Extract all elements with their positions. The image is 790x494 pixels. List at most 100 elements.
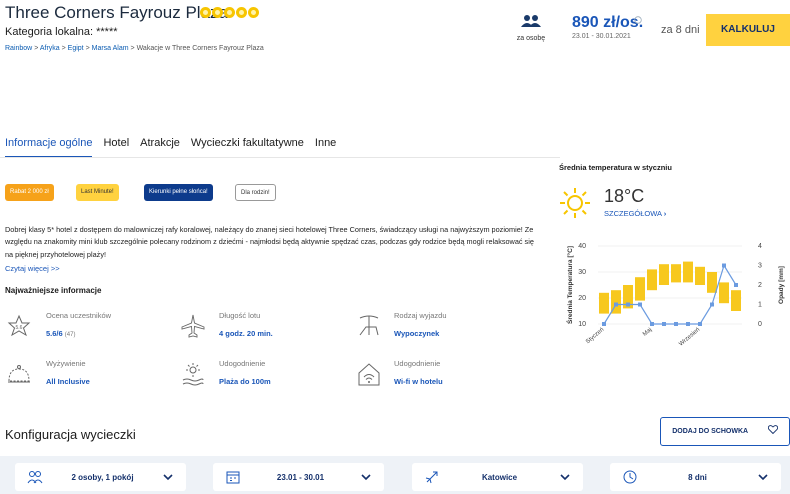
tab-general-info[interactable]: Informacje ogólne (5, 137, 93, 158)
y2-tick-label: 3 (758, 263, 762, 270)
breadcrumb-item[interactable]: Rainbow (5, 45, 32, 52)
dates-select[interactable]: 23.01 - 30.01 (213, 463, 384, 491)
temperature-bar (671, 264, 681, 283)
add-to-wishlist-button[interactable]: DODAJ DO SCHOWKA (660, 417, 790, 446)
cloche-icon (8, 365, 30, 383)
feature-label: Udogodnienie (394, 359, 441, 368)
breadcrumb-item[interactable]: Egipt (68, 45, 84, 52)
local-category: Kategoria lokalna: ***** (5, 26, 118, 38)
tab-attractions[interactable]: Atrakcje (140, 137, 180, 158)
breadcrumb: Rainbow > Afryka > Egipt > Marsa Alam > … (5, 45, 264, 52)
deckchair-icon (359, 315, 379, 336)
precipitation-point (734, 283, 738, 287)
precipitation-point (602, 322, 606, 326)
price-dates: 23.01 - 30.01.2021 (572, 33, 631, 40)
precipitation-point (686, 322, 690, 326)
select-value: 2 osoby, 1 pokój (71, 472, 134, 482)
price: 890 zł/os. (572, 14, 644, 31)
y-tick-label: 20 (578, 295, 586, 302)
info-icon[interactable] (634, 16, 642, 24)
feature-value: 4 godz. 20 min. (219, 329, 273, 338)
airplane-icon (181, 314, 205, 338)
precipitation-point (710, 302, 714, 307)
precipitation-point (638, 302, 642, 307)
per-person-label: za osobę (516, 35, 546, 42)
feature-value: Wi-fi w hotelu (394, 377, 443, 386)
breadcrumb-item[interactable]: Marsa Alam (92, 45, 129, 52)
star-icon (224, 7, 235, 18)
sun-destinations-badge[interactable]: Kierunki pełne słońca! (144, 184, 213, 201)
feature-value: 5.6/6 (47) (46, 329, 76, 338)
temperature-bar (635, 277, 645, 301)
precipitation-point (662, 322, 666, 326)
hotel-title: Three Corners Fayrouz Plaza (5, 3, 228, 22)
select-value: 23.01 - 30.01 (276, 472, 325, 482)
key-info-title: Najważniejsze informacje (5, 286, 102, 295)
breadcrumb-current: Wakacje w Three Corners Fayrouz Plaza (136, 45, 264, 52)
breadcrumb-item[interactable]: Afryka (40, 45, 60, 52)
y-tick-label: 10 (578, 321, 586, 328)
beach-sun-icon (182, 363, 204, 386)
svg-text:5.6: 5.6 (16, 325, 23, 331)
chevron-down-icon (361, 474, 371, 481)
temperature-value: 18°C (604, 186, 645, 206)
discount-badge[interactable]: Rabat 2 000 zł (5, 184, 54, 201)
temperature-bar (695, 266, 705, 285)
precipitation-point (722, 263, 726, 268)
people-icon (27, 471, 43, 484)
y2-tick-label: 2 (758, 282, 762, 289)
calculate-button[interactable]: KALKULUJ (706, 14, 790, 46)
chevron-down-icon (758, 474, 768, 481)
star-icon (236, 7, 247, 18)
heart-icon (767, 425, 778, 435)
trip-length: za 8 dni (661, 24, 700, 36)
temperature-bar (731, 290, 741, 311)
climate-chart: 10 20 30 40 0 1 2 3 4 Styczeń Maj Wrzesień Średnia T… (565, 243, 785, 346)
precipitation-point (698, 322, 702, 326)
y-tick-label: 40 (578, 243, 586, 250)
feature-value: All Inclusive (46, 377, 90, 386)
feature-label: Wyżywienie (46, 359, 86, 368)
precipitation-point (674, 322, 678, 326)
departure-select[interactable]: Katowice (412, 463, 583, 491)
star-icon (212, 7, 223, 18)
precipitation-point (626, 302, 630, 307)
star-badge-icon: 5.6 (7, 314, 31, 337)
tab-other[interactable]: Inne (315, 137, 336, 158)
tab-excursions[interactable]: Wycieczki fakultatywne (191, 137, 304, 158)
x-tick-label: Maj (642, 327, 653, 338)
temperature-bar (647, 269, 657, 291)
chevron-down-icon (560, 474, 570, 481)
feature-label: Udogodnienie (219, 359, 266, 368)
temperature-bar (707, 272, 717, 293)
tab-hotel[interactable]: Hotel (103, 137, 129, 158)
tab-divider (0, 157, 560, 158)
travellers-select[interactable]: 2 osoby, 1 pokój (15, 463, 186, 491)
tab-bar: Informacje ogólne Hotel Atrakcje Wyciecz… (5, 137, 336, 158)
feature-label: Długość lotu (219, 311, 261, 320)
feature-label: Ocena uczestników (46, 311, 112, 320)
read-more-link[interactable]: Czytaj więcej >> (5, 264, 60, 273)
hotel-description: Dobrej klasy 5* hotel z dostępem do malo… (5, 225, 534, 259)
y2-tick-label: 4 (758, 243, 762, 250)
select-value: 8 dni (688, 472, 707, 482)
feature-label: Rodzaj wyjazdu (394, 311, 447, 320)
sun-icon (560, 188, 590, 218)
family-badge[interactable]: Dla rodzin! (235, 184, 276, 201)
duration-select[interactable]: 8 dni (610, 463, 781, 491)
select-value: Katowice (481, 472, 518, 482)
y-axis-label: Średnia Temperatura [°C] (565, 246, 574, 324)
y2-tick-label: 0 (758, 321, 762, 328)
feature-value: Plaża do 100m (219, 377, 271, 386)
temperature-bar (659, 264, 669, 285)
last-minute-badge[interactable]: Last Minute! (76, 184, 119, 201)
x-tick-label: Wrzesień (678, 327, 701, 346)
airplane-icon (425, 471, 438, 484)
weather-details-link[interactable]: SZCZEGÓŁOWA › (604, 209, 666, 218)
feature-value: Wypoczynek (394, 329, 440, 338)
wifi-house-icon (358, 363, 380, 386)
y2-axis-label: Opady [mm] (778, 266, 785, 304)
weather-title: Średnia temperatura w styczniu (559, 163, 672, 172)
star-icon (248, 7, 259, 18)
precipitation-point (614, 302, 618, 307)
